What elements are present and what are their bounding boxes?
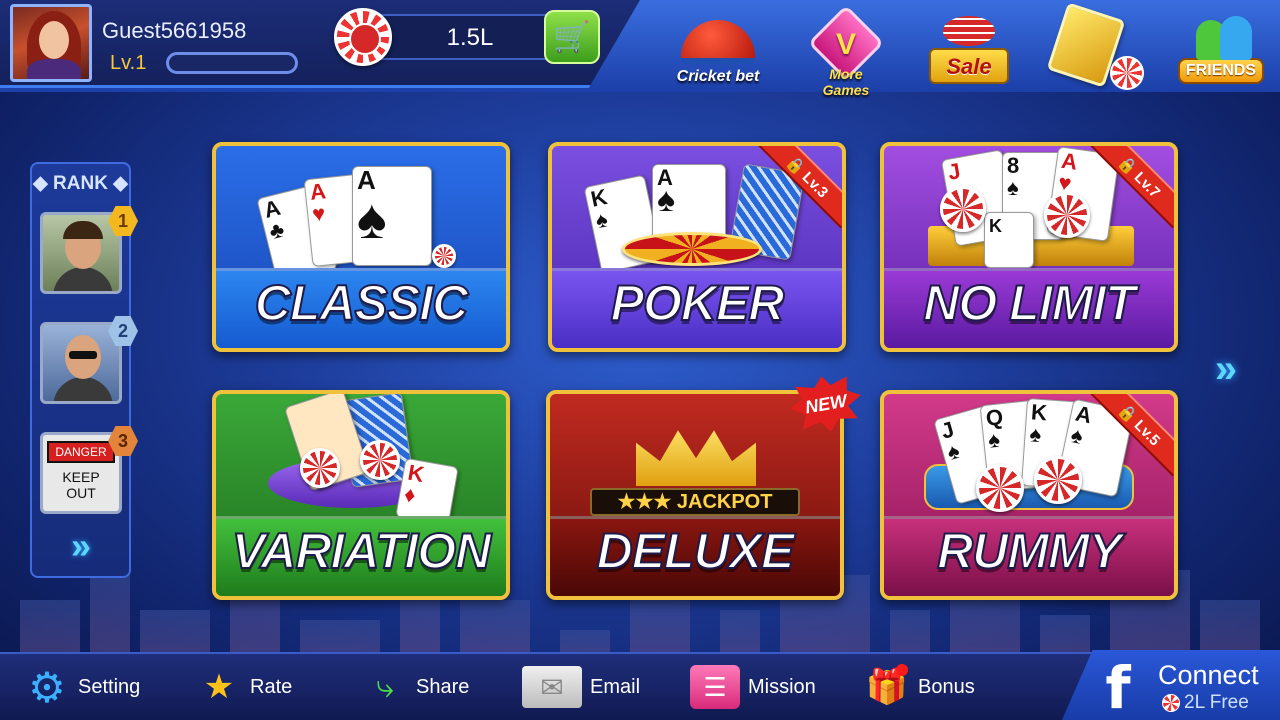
player-avatar[interactable]	[10, 4, 92, 82]
poker-chip-icon	[360, 440, 400, 480]
playing-card: K	[984, 212, 1034, 268]
next-page-arrow-icon[interactable]: »	[1198, 346, 1254, 392]
coin-balance: 1.5L	[446, 24, 494, 51]
share-label: Share	[416, 675, 470, 698]
game-tile-no-limit[interactable]: J♦ 8♠ A♥ K 🔒Lv.7 NO LIMIT	[880, 142, 1178, 352]
star-icon: ★	[203, 668, 235, 706]
keep-label: KEEP	[62, 469, 100, 485]
gear-icon: ⚙	[28, 663, 66, 711]
xp-progress-bar	[166, 52, 298, 74]
rank-title: RANK	[53, 173, 108, 194]
more-games-label-line1: More	[829, 66, 863, 82]
out-label: OUT	[66, 485, 96, 501]
shop-cart-button[interactable]: 🛒	[544, 10, 600, 64]
more-games-label-line2: Games	[822, 82, 870, 98]
setting-button[interactable]: ⚙ Setting	[24, 660, 140, 714]
game-title-classic: CLASSIC	[254, 274, 469, 332]
mission-button[interactable]: ☰ Mission	[690, 660, 816, 714]
jackpot-banner: ★★★ JACKPOT ★★★	[590, 488, 800, 537]
bonus-button[interactable]: 🎁 Bonus	[864, 660, 975, 714]
game-tile-rummy[interactable]: J ♠ Q ♠ K ♠ A ♠ 🔒Lv.5 RUMMY	[880, 390, 1178, 600]
notification-dot	[896, 664, 908, 676]
poker-chip-icon	[1034, 456, 1082, 504]
game-tile-variation[interactable]: K ♦ VARIATION	[212, 390, 510, 600]
email-label: Email	[590, 675, 641, 698]
more-games-v-letter: V	[835, 28, 856, 61]
bonus-label: Bonus	[918, 675, 975, 698]
friends-button[interactable]: FRIENDS	[1178, 10, 1264, 84]
mission-label: Mission	[748, 675, 816, 698]
connect-reward: 2L Free	[1162, 692, 1249, 714]
friends-icon	[1186, 16, 1256, 62]
setting-label: Setting	[78, 675, 141, 698]
poker-chip-icon	[300, 448, 340, 488]
game-tile-poker[interactable]: K ♠ A ♠ 🔒Lv.3 POKER	[548, 142, 846, 352]
more-games-button[interactable]: V More Games	[807, 4, 885, 98]
chip-icon	[1162, 694, 1180, 712]
cricket-bet-button[interactable]: Cricket bet	[668, 10, 768, 86]
game-tile-deluxe[interactable]: ★★★ JACKPOT ★★★ DELUXE	[546, 390, 844, 600]
rank-panel: ◆ RANK ◆ 1 2 DANGER KEEP OUT 3 »	[30, 162, 138, 578]
rate-label: Rate	[250, 675, 293, 698]
poker-chip-icon	[1044, 192, 1090, 238]
gift-icon: 🎁	[864, 664, 910, 710]
envelope-icon: ✉	[522, 666, 582, 708]
game-title-variation: VARIATION	[231, 522, 493, 580]
danger-sign-label: DANGER	[47, 441, 115, 463]
cricket-helmet-icon	[681, 20, 755, 64]
calendar-icon: ☰	[690, 665, 740, 709]
poker-chip-icon	[334, 8, 392, 66]
sale-label: Sale	[946, 54, 992, 79]
poker-chip-icon	[432, 244, 456, 268]
poker-chip-icon	[940, 186, 986, 232]
game-title-deluxe: DELUXE	[596, 522, 796, 580]
game-title-no-limit: NO LIMIT	[922, 274, 1136, 332]
facebook-icon: f	[1105, 654, 1131, 720]
playing-card: A ♠	[352, 166, 432, 266]
game-title-poker: POKER	[610, 274, 786, 332]
share-icon: ⤷	[376, 668, 394, 704]
rate-button[interactable]: ★ Rate	[196, 660, 293, 714]
rank-expand-arrow-icon[interactable]: »	[56, 525, 106, 566]
gold-chip-stack-icon	[622, 232, 762, 266]
cricket-bet-label: Cricket bet	[676, 68, 760, 85]
player-level: Lv.1	[110, 52, 147, 74]
player-name: Guest5661958	[102, 18, 247, 43]
chip-stack-icon	[943, 16, 995, 46]
share-button[interactable]: ⤷ Share	[362, 660, 469, 714]
poker-chip-icon	[976, 464, 1024, 512]
game-tile-classic[interactable]: A ♣ A ♥ A ♠ CLASSIC	[212, 142, 510, 352]
connect-reward-label: 2L Free	[1184, 692, 1249, 713]
shopping-cart-icon: 🛒	[553, 20, 591, 54]
elite-chip-icon	[1110, 56, 1144, 90]
email-button[interactable]: ✉ Email	[522, 660, 640, 714]
game-title-rummy: RUMMY	[936, 522, 1123, 580]
gold-crown-icon	[636, 430, 756, 486]
sale-button[interactable]: Sale	[924, 10, 1014, 84]
connect-label: Connect	[1158, 660, 1259, 690]
